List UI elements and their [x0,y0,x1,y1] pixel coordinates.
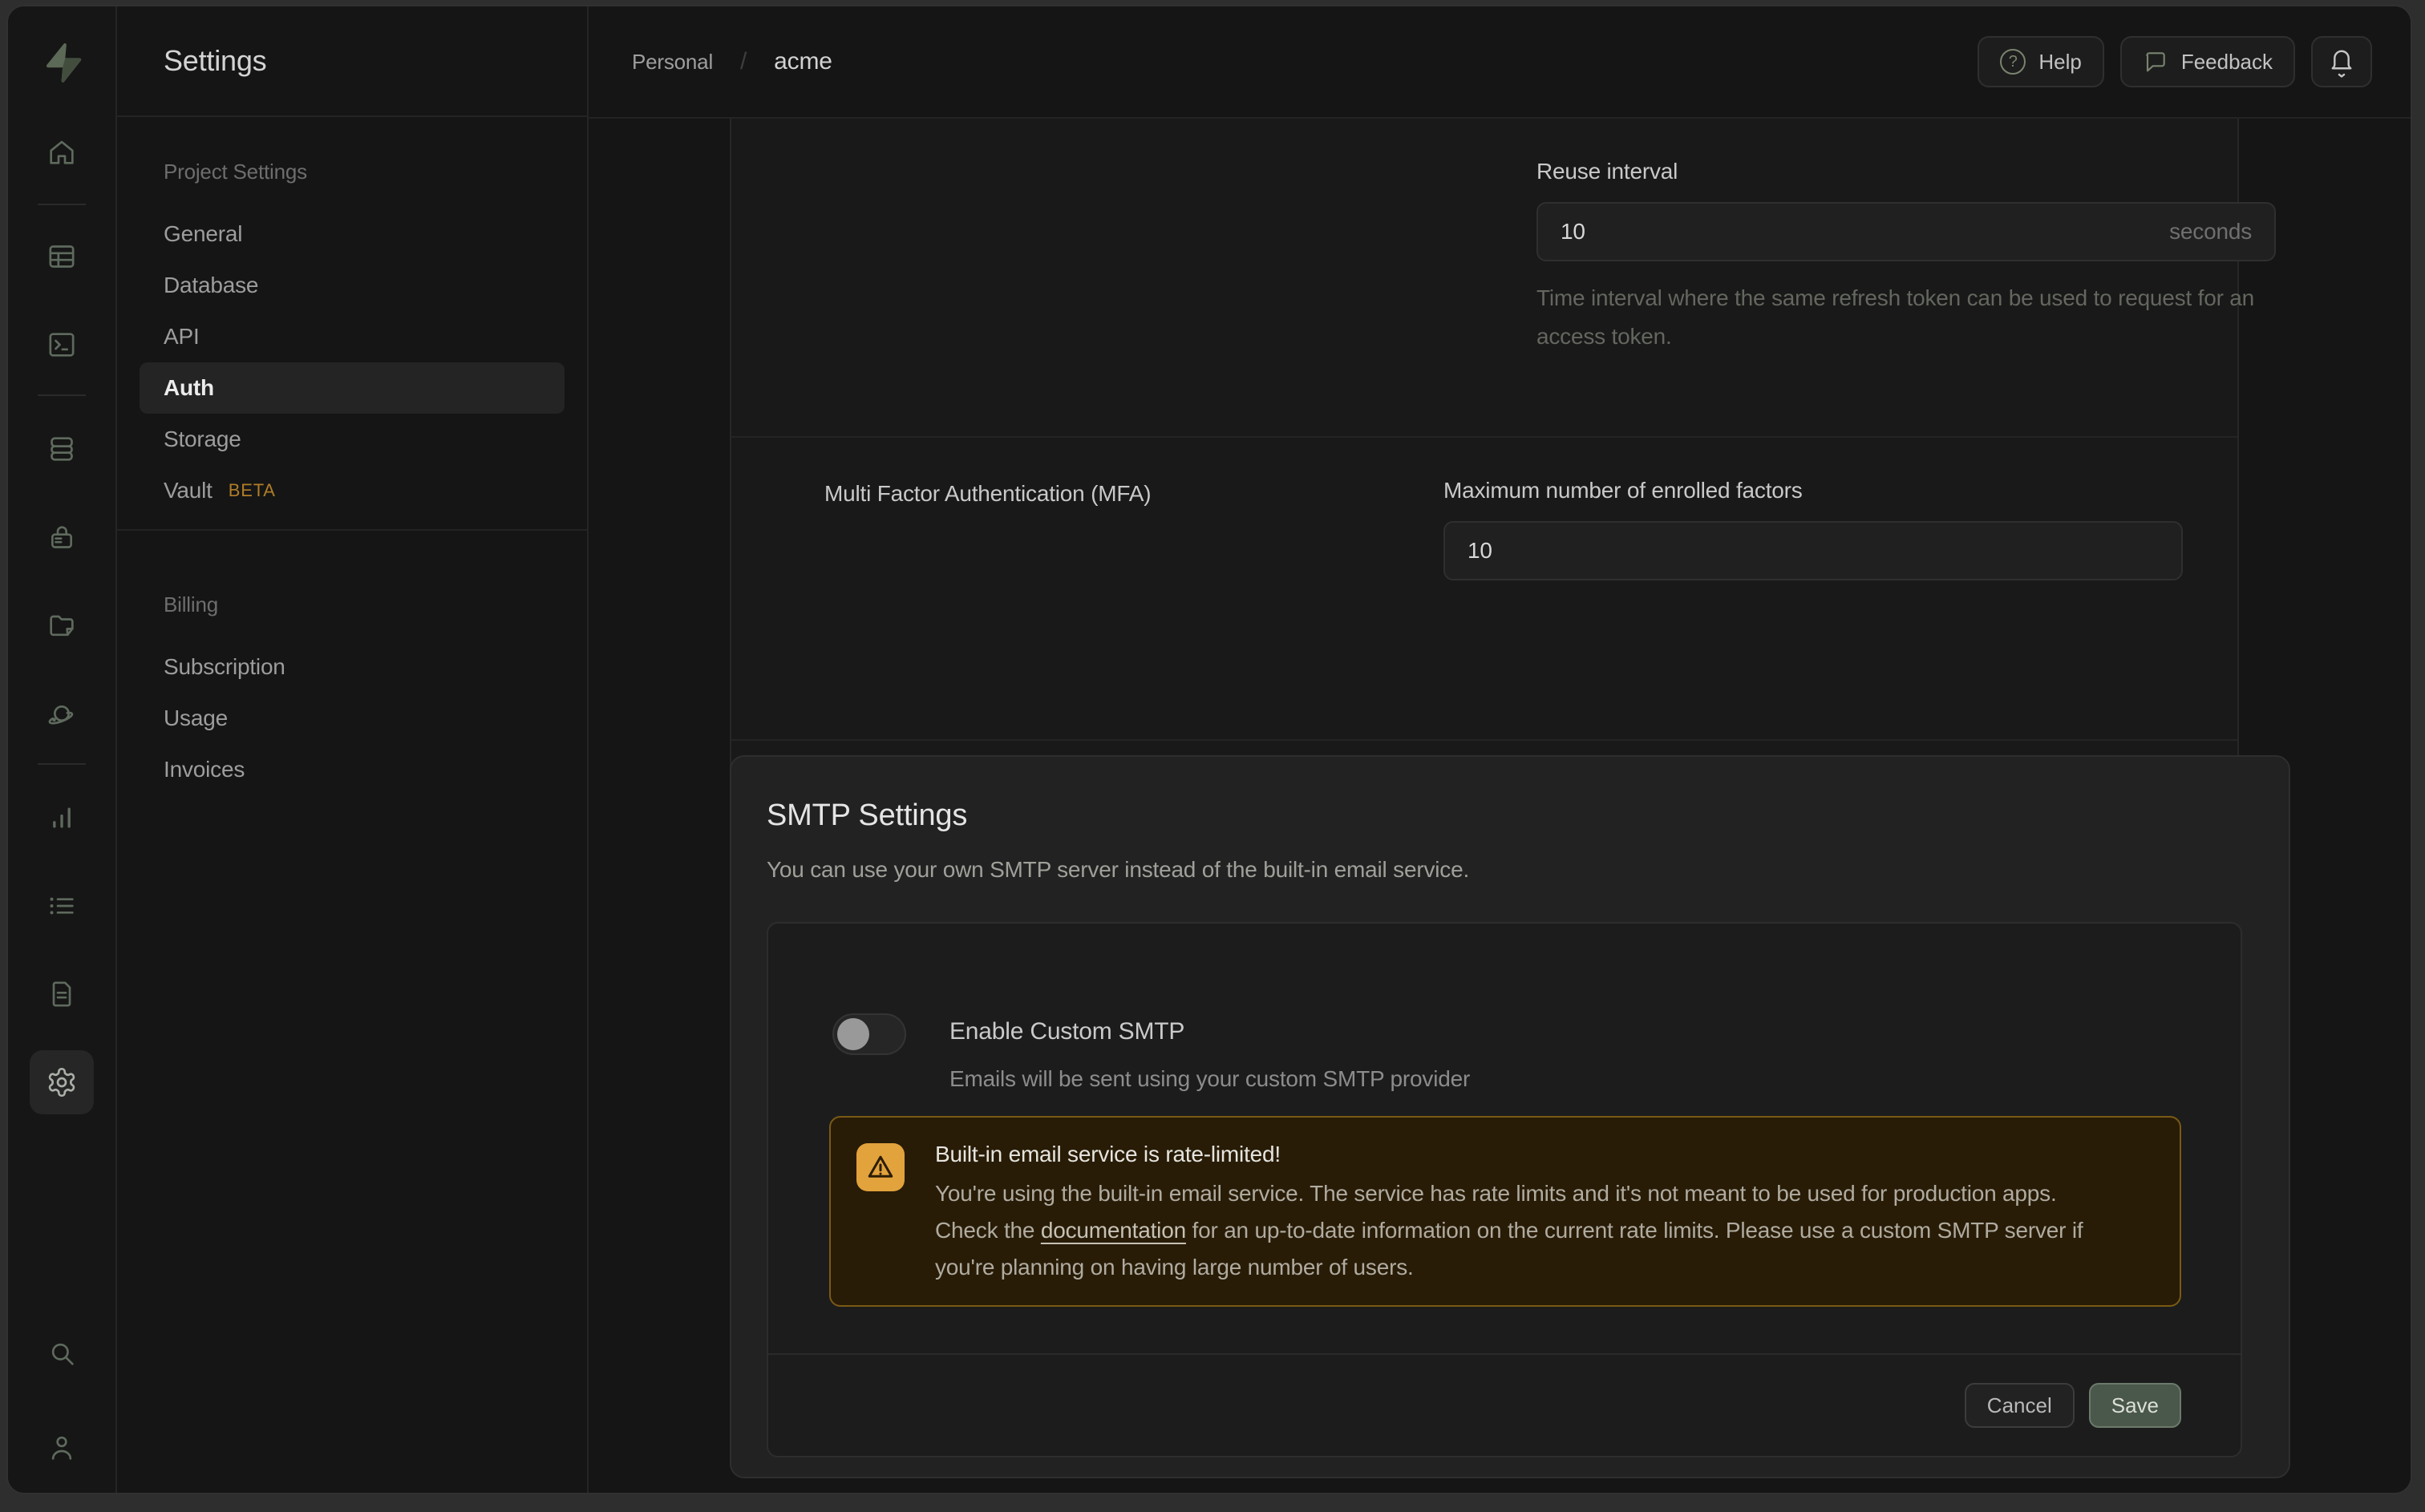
icon-rail [8,6,117,1493]
reuse-interval-input[interactable]: 10 seconds [1536,202,2276,261]
enable-custom-smtp-label: Enable Custom SMTP [949,1013,1470,1045]
rail-home-button[interactable] [30,120,94,184]
rail-reports-button[interactable] [30,786,94,850]
reuse-interval-unit: seconds [2169,219,2252,245]
rate-limit-warning: Built-in email service is rate-limited! … [829,1116,2181,1307]
database-icon [46,433,78,465]
rail-database-button[interactable] [30,417,94,481]
supabase-dashboard: Settings Project Settings General Databa… [0,0,2425,1512]
main-area: Personal / acme ? Help Feedback [589,6,2411,1493]
mfa-max-factors-input[interactable]: 10 [1443,521,2183,580]
rail-auth-button[interactable] [30,505,94,569]
feedback-bubble-icon [2143,49,2168,75]
reuse-interval-help: Time interval where the same refresh tok… [1536,279,2290,356]
beta-badge: BETA [229,480,276,501]
rail-orbit-button[interactable] [30,681,94,746]
smtp-cancel-button[interactable]: Cancel [1965,1383,2075,1428]
breadcrumb-org[interactable]: Personal [632,50,713,75]
rail-search-button[interactable] [30,1321,94,1385]
table-editor-icon [46,241,78,273]
smtp-subtitle: You can use your own SMTP server instead… [731,833,2289,883]
reports-bars-icon [46,802,78,834]
rail-settings-button[interactable] [30,1050,94,1114]
notifications-button[interactable] [2311,36,2372,87]
rail-divider [38,204,86,205]
sidebar-header: Settings [117,6,587,117]
rail-profile-button[interactable] [30,1416,94,1480]
smtp-settings-panel: SMTP Settings You can use your own SMTP … [730,755,2290,1478]
sql-editor-icon [46,329,78,361]
enable-custom-smtp-toggle[interactable] [832,1013,906,1055]
sidebar-item-vault[interactable]: Vault BETA [117,465,587,516]
rail-table-editor-button[interactable] [30,224,94,289]
orbit-icon [46,697,78,730]
search-icon [46,1337,78,1369]
toggle-knob [837,1018,869,1050]
smtp-card: Enable Custom SMTP Emails will be sent u… [767,922,2242,1457]
sidebar-item-database[interactable]: Database [117,260,587,311]
smtp-title: SMTP Settings [731,757,2289,833]
sidebar-item-subscription[interactable]: Subscription [117,641,587,693]
sidebar-item-invoices[interactable]: Invoices [117,744,587,795]
sidebar-item-storage[interactable]: Storage [117,414,587,465]
sidebar-item-usage[interactable]: Usage [117,693,587,744]
auth-lock-icon [46,521,78,553]
help-circle-icon: ? [2000,49,2026,75]
notifications-bell-icon [2327,45,2356,79]
page-title: Settings [164,44,266,78]
profile-icon [46,1432,78,1464]
app-window: Settings Project Settings General Databa… [6,5,2412,1494]
rail-sql-editor-button[interactable] [30,313,94,377]
sidebar-divider [117,529,587,531]
rail-divider [38,394,86,396]
settings-scroll-area[interactable]: Reuse interval 10 seconds Time interval … [589,119,2411,1493]
supabase-logo-icon [41,42,83,83]
token-sessions-card: Reuse interval 10 seconds Time interval … [730,119,2239,834]
supabase-logo-button[interactable] [30,38,94,87]
sidebar-item-auth[interactable]: Auth [140,362,565,414]
rail-api-docs-button[interactable] [30,962,94,1026]
settings-gear-icon [46,1066,78,1098]
reuse-interval-label: Reuse interval [1536,159,2237,191]
sidebar-nav: Project Settings General Database API Au… [117,117,587,795]
rail-storage-button[interactable] [30,593,94,657]
breadcrumb-separator: / [740,48,747,75]
section-header-project-settings: Project Settings [117,156,587,188]
rail-divider [38,763,86,765]
section-header-billing: Billing [117,588,587,621]
alert-triangle-icon [856,1143,905,1191]
api-docs-file-icon [46,978,78,1010]
mfa-field-label: Maximum number of enrolled factors [1443,478,2183,510]
topbar: Personal / acme ? Help Feedback [589,6,2411,119]
smtp-save-button[interactable]: Save [2089,1383,2181,1428]
feedback-button[interactable]: Feedback [2120,36,2295,87]
smtp-footer: Cancel Save [768,1353,2241,1456]
storage-folder-icon [46,609,78,641]
sidebar-item-general[interactable]: General [117,208,587,260]
breadcrumb-project[interactable]: acme [774,48,832,75]
settings-sidebar: Settings Project Settings General Databa… [117,6,589,1493]
documentation-link[interactable]: documentation [1041,1218,1186,1243]
warning-body: You're using the built-in email service.… [935,1175,2115,1286]
help-button[interactable]: ? Help [1978,36,2103,87]
logs-list-icon [46,890,78,922]
mfa-section-label: Multi Factor Authentication (MFA) [824,478,1443,580]
enable-custom-smtp-description: Emails will be sent using your custom SM… [949,1066,1470,1092]
warning-title: Built-in email service is rate-limited! [935,1138,2115,1170]
rail-logs-button[interactable] [30,874,94,938]
sidebar-item-api[interactable]: API [117,311,587,362]
home-icon [46,136,78,168]
